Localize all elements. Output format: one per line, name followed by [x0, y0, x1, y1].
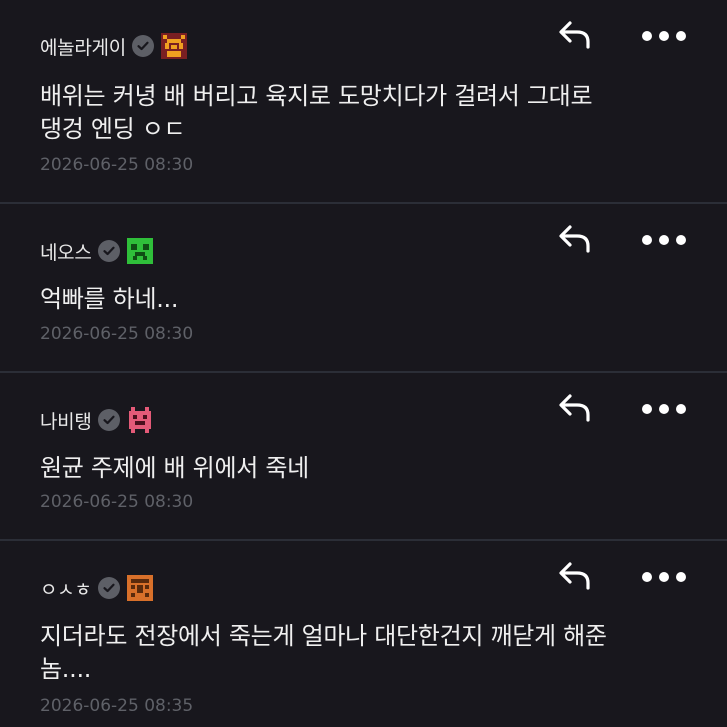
comment-text: 억빠를 하네... [40, 285, 179, 313]
comment-timestamp: 2026-06-25 08:30 [40, 492, 194, 512]
more-options-button[interactable] [640, 563, 688, 591]
pixel-creature-badge-icon [126, 238, 153, 264]
comment-item: 네오스 억빠를 하네... 2026-06-25 08:30 [0, 204, 727, 371]
comment-timestamp: 2026-06-25 08:35 [40, 696, 194, 716]
pixel-creature-badge-icon [126, 575, 153, 601]
comment-text: 배위는 커녕 배 버리고 육지로 도망치다가 걸려서 그대로 댕겅 엔딩 ㅇㄷ [40, 82, 593, 143]
pixel-creature-badge-icon [126, 407, 153, 433]
more-options-button[interactable] [640, 226, 688, 254]
reply-arrow-icon [559, 562, 590, 590]
comment-item: 나비탱 원균 주제에 배 위에서 죽네 2026-06-25 08:30 [0, 373, 727, 539]
reply-button[interactable] [555, 19, 595, 51]
more-dots-icon [642, 31, 686, 41]
comment-username[interactable]: 나비탱 [40, 407, 92, 434]
more-options-button[interactable] [640, 395, 688, 423]
verified-check-icon [131, 35, 154, 57]
comment-timestamp: 2026-06-25 08:30 [40, 155, 194, 175]
more-dots-icon [642, 572, 686, 582]
reply-arrow-icon [559, 21, 590, 49]
reply-button[interactable] [555, 392, 595, 424]
verified-check-icon [97, 577, 120, 599]
comment-header: 네오스 [40, 238, 153, 264]
comment-timestamp: 2026-06-25 08:30 [40, 324, 194, 344]
verified-check-icon [97, 240, 120, 262]
comment-item: ㅇㅅㅎ 지더라도 전장에서 죽는게 얼마나 대단한건지 깨닫게 해준 놈....… [0, 541, 727, 727]
more-options-button[interactable] [640, 22, 688, 50]
comment-header: 나비탱 [40, 407, 153, 433]
reply-arrow-icon [559, 394, 590, 422]
reply-button[interactable] [555, 560, 595, 592]
more-dots-icon [642, 235, 686, 245]
reply-button[interactable] [555, 223, 595, 255]
reply-arrow-icon [559, 225, 590, 253]
comment-username[interactable]: 에놀라게이 [40, 33, 126, 60]
comment-text: 지더라도 전장에서 죽는게 얼마나 대단한건지 깨닫게 해준 놈.... [40, 622, 607, 683]
comment-username[interactable]: ㅇㅅㅎ [40, 575, 92, 602]
comment-item: 에놀라게이 배위는 커녕 배 버리고 육지로 도망치다가 걸려서 그대로 댕겅 … [0, 0, 727, 202]
more-dots-icon [642, 404, 686, 414]
comment-header: 에놀라게이 [40, 33, 187, 59]
pixel-creature-badge-icon [160, 33, 187, 59]
verified-check-icon [97, 409, 120, 431]
comment-header: ㅇㅅㅎ [40, 575, 153, 601]
comment-username[interactable]: 네오스 [40, 238, 92, 265]
comment-text: 원균 주제에 배 위에서 죽네 [40, 454, 309, 482]
